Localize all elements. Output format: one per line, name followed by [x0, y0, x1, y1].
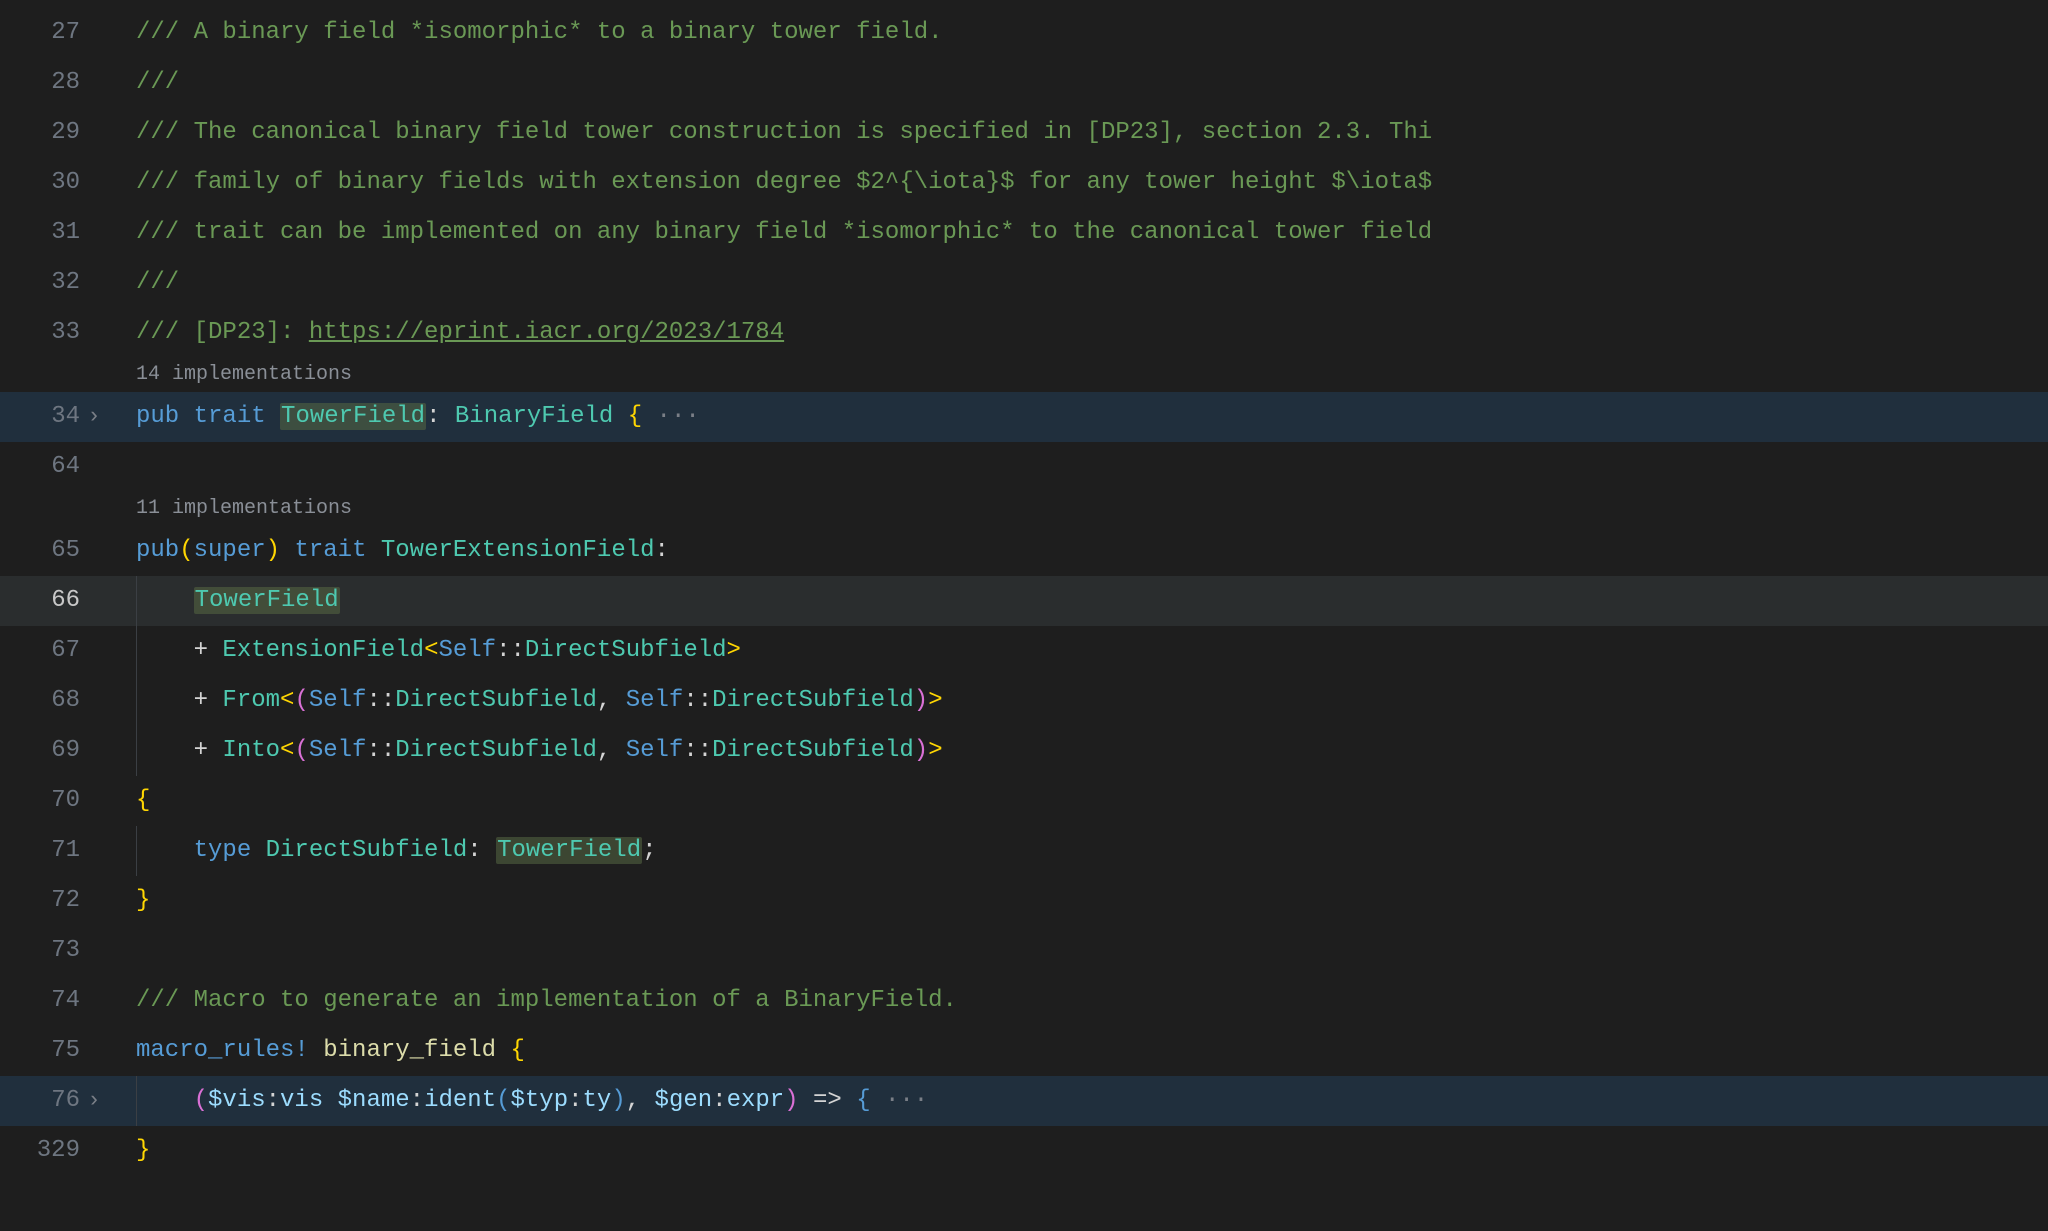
line-number: 31: [0, 208, 100, 258]
type-name: DirectSubfield: [712, 687, 914, 714]
line-number: 64: [0, 442, 100, 492]
code-line[interactable]: 64: [0, 442, 2048, 492]
code-line[interactable]: 72 }: [0, 876, 2048, 926]
line-number: 30: [0, 158, 100, 208]
codelens-implementations[interactable]: 11 implementations: [100, 492, 2048, 526]
code-line[interactable]: 32 ///: [0, 258, 2048, 308]
doc-link[interactable]: https://eprint.iacr.org/2023/1784: [309, 319, 784, 346]
type-name: DirectSubfield: [395, 687, 597, 714]
comment-text: /// Macro to generate an implementation …: [136, 987, 957, 1014]
type-name: TowerField: [194, 587, 340, 614]
line-number: 34›: [0, 392, 100, 442]
code-line[interactable]: 70 {: [0, 776, 2048, 826]
code-line[interactable]: 30 /// family of binary fields with exte…: [0, 158, 2048, 208]
line-number: 74: [0, 976, 100, 1026]
keyword-macro-rules: macro_rules!: [136, 1037, 309, 1064]
keyword-super: super: [194, 537, 266, 564]
keyword-trait: trait: [194, 403, 266, 430]
line-number: 65: [0, 526, 100, 576]
code-line[interactable]: 329 }: [0, 1126, 2048, 1176]
line-number: 33: [0, 308, 100, 358]
code-line-active[interactable]: 66 TowerField: [0, 576, 2048, 626]
comment-text: ///: [136, 269, 179, 296]
comment-text: /// [DP23]:: [136, 319, 309, 346]
code-content[interactable]: /// A binary field *isomorphic* to a bin…: [100, 8, 2048, 58]
code-line[interactable]: 71 type DirectSubfield: TowerField;: [0, 826, 2048, 876]
comment-text: /// family of binary fields with extensi…: [136, 169, 1432, 196]
code-line[interactable]: 29 /// The canonical binary field tower …: [0, 108, 2048, 158]
keyword-self: Self: [626, 687, 684, 714]
line-number: 70: [0, 776, 100, 826]
macro-var: $typ: [511, 1087, 569, 1114]
comment-text: /// A binary field *isomorphic* to a bin…: [136, 19, 943, 46]
line-number: 28: [0, 58, 100, 108]
type-name: TowerExtensionField: [381, 537, 655, 564]
type-name: DirectSubfield: [712, 737, 914, 764]
line-number: 329: [0, 1126, 100, 1176]
line-number: 66: [0, 576, 100, 626]
type-name: Into: [222, 737, 280, 764]
code-line[interactable]: 75 macro_rules! binary_field {: [0, 1026, 2048, 1076]
line-number: 69: [0, 726, 100, 776]
macro-name: binary_field: [323, 1037, 496, 1064]
comment-text: ///: [136, 69, 179, 96]
code-content[interactable]: pub trait TowerField: BinaryField { ···: [100, 392, 2048, 442]
keyword-self: Self: [309, 687, 367, 714]
line-number: 67: [0, 626, 100, 676]
code-line[interactable]: 76› ($vis:vis $name:ident($typ:ty), $gen…: [0, 1076, 2048, 1126]
line-number: 27: [0, 8, 100, 58]
macro-var: $gen: [655, 1087, 713, 1114]
macro-var: $vis: [208, 1087, 266, 1114]
type-name: TowerField: [280, 403, 426, 430]
line-number: 73: [0, 926, 100, 976]
line-number: 32: [0, 258, 100, 308]
keyword-self: Self: [438, 637, 496, 664]
code-line[interactable]: 67 + ExtensionField<Self::DirectSubfield…: [0, 626, 2048, 676]
line-number: 68: [0, 676, 100, 726]
type-name: DirectSubfield: [395, 737, 597, 764]
codelens-implementations[interactable]: 14 implementations: [100, 358, 2048, 392]
code-line[interactable]: 65 pub(super) trait TowerExtensionField:: [0, 526, 2048, 576]
macro-var: $name: [338, 1087, 410, 1114]
type-name: TowerField: [496, 837, 642, 864]
keyword-type: type: [194, 837, 252, 864]
code-line[interactable]: 74 /// Macro to generate an implementati…: [0, 976, 2048, 1026]
code-line[interactable]: 73: [0, 926, 2048, 976]
keyword-self: Self: [309, 737, 367, 764]
keyword-pub: pub: [136, 403, 179, 430]
type-name: From: [222, 687, 280, 714]
code-line[interactable]: 68 + From<(Self::DirectSubfield, Self::D…: [0, 676, 2048, 726]
type-name: DirectSubfield: [525, 637, 727, 664]
folded-ellipsis-icon[interactable]: ···: [642, 403, 700, 430]
code-line[interactable]: 33 /// [DP23]: https://eprint.iacr.org/2…: [0, 308, 2048, 358]
keyword-trait: trait: [294, 537, 366, 564]
line-number: 29: [0, 108, 100, 158]
keyword-pub: pub: [136, 537, 179, 564]
code-line[interactable]: 28 ///: [0, 58, 2048, 108]
code-line[interactable]: 31 /// trait can be implemented on any b…: [0, 208, 2048, 258]
code-line[interactable]: 34› pub trait TowerField: BinaryField { …: [0, 392, 2048, 442]
type-name: DirectSubfield: [266, 837, 468, 864]
code-line[interactable]: 69 + Into<(Self::DirectSubfield, Self::D…: [0, 726, 2048, 776]
comment-text: /// trait can be implemented on any bina…: [136, 219, 1432, 246]
comment-text: /// The canonical binary field tower con…: [136, 119, 1432, 146]
type-name: BinaryField: [455, 403, 613, 430]
code-line[interactable]: 27 /// A binary field *isomorphic* to a …: [0, 8, 2048, 58]
code-editor[interactable]: 27 /// A binary field *isomorphic* to a …: [0, 0, 2048, 1231]
folded-ellipsis-icon[interactable]: ···: [871, 1087, 929, 1114]
keyword-self: Self: [626, 737, 684, 764]
line-number: 76›: [0, 1076, 100, 1126]
line-number: 75: [0, 1026, 100, 1076]
type-name: ExtensionField: [222, 637, 424, 664]
line-number: 71: [0, 826, 100, 876]
line-number: 72: [0, 876, 100, 926]
